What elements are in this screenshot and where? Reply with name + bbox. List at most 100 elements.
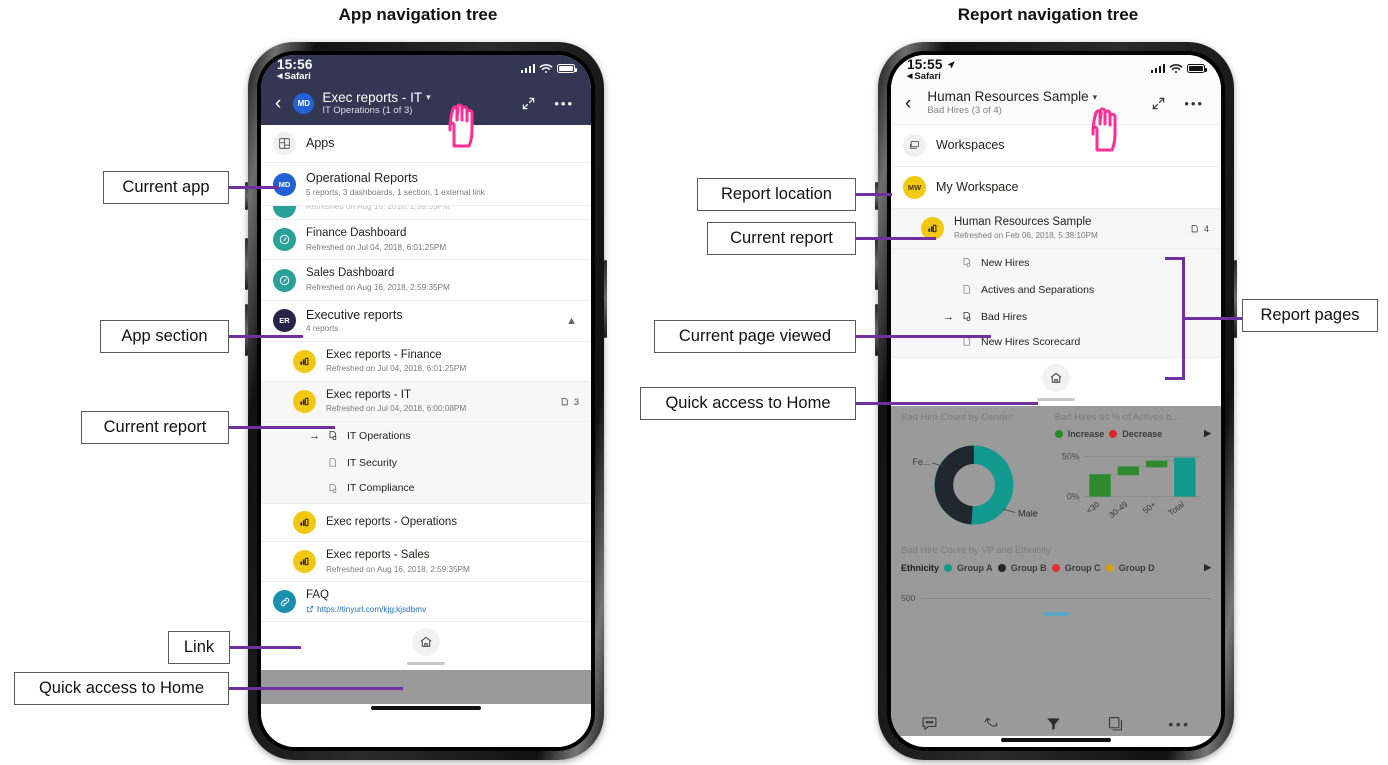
current-page-arrow-icon: → xyxy=(309,429,320,442)
nav-row-external-link[interactable]: FAQ https://tinyurl.com/kjg;kjsdbmv xyxy=(261,582,591,622)
nav-row-app-section[interactable]: ER Executive reports 4 reports ▲ xyxy=(261,300,591,342)
report-bottom-bar[interactable]: ••• xyxy=(891,708,1221,736)
callout-right-current-report: Current report xyxy=(707,222,856,255)
status-time-wrap: 15:55 xyxy=(907,57,956,72)
chevron-up-icon[interactable]: ▲ xyxy=(566,315,579,327)
nav-row-title: My Workspace xyxy=(936,180,1019,194)
nav-page-it-security[interactable]: IT Security xyxy=(261,449,591,477)
nav-row-partial-clipped[interactable]: Refreshed on Aug 16, 2018, 2:59:35PM xyxy=(261,206,591,221)
leader-left-quick-access-home xyxy=(229,687,403,690)
filter-icon[interactable] xyxy=(1045,715,1062,732)
back-chevron-icon[interactable]: ‹ xyxy=(271,94,285,113)
report-icon xyxy=(293,350,316,374)
right-app-header: ‹ Human Resources Sample ▾ Bad Hires (3 … xyxy=(891,85,1221,125)
avatar: MW xyxy=(903,176,926,199)
legend-label-decrease: Decrease xyxy=(1122,428,1163,439)
left-app-header: ‹ MD Exec reports - IT ▾ IT Operations (… xyxy=(261,85,591,125)
page-active-icon xyxy=(963,258,971,268)
report-icon xyxy=(293,511,316,535)
right-figure-title: Report navigation tree xyxy=(957,5,1139,24)
undo-icon[interactable] xyxy=(983,715,1000,732)
report-canvas[interactable]: Bad Hire Count by Gender Fe... Male Bad … xyxy=(891,406,1221,708)
nav-row-subtitle: Refreshed on Aug 16, 2018, 2:59:35PM xyxy=(326,564,470,574)
nav-row-subtitle: Refreshed on Aug 16, 2018, 2:59:35PM xyxy=(306,282,450,292)
nav-row-exec-sales[interactable]: Exec reports - Sales Refreshed on Aug 16… xyxy=(261,542,591,583)
page-count-badge: 4 xyxy=(1189,223,1209,234)
nav-row-current-report[interactable]: Human Resources Sample Refreshed on Feb … xyxy=(891,209,1221,250)
left-cursor-hand-icon xyxy=(448,103,474,148)
status-back-to-app[interactable]: ◀ Safari xyxy=(907,72,956,82)
callout-left-quick-access-home: Quick access to Home xyxy=(14,672,229,705)
pages-icon xyxy=(1191,225,1198,233)
callout-left-current-report: Current report xyxy=(81,411,229,444)
xtick-total: Total xyxy=(1166,500,1185,518)
expand-icon[interactable] xyxy=(1146,96,1171,111)
right-status-bar: 15:55 ◀ Safari xyxy=(891,55,1221,85)
nav-row-subtitle: 4 reports xyxy=(306,324,339,334)
home-button[interactable] xyxy=(412,627,440,656)
page-icon xyxy=(963,285,971,294)
nav-row-finance-dashboard[interactable]: Finance Dashboard Refreshed on Jul 04, 2… xyxy=(261,220,591,261)
home-icon xyxy=(420,636,432,647)
nav-row-current-report[interactable]: Exec reports - IT Refreshed on Jul 04, 2… xyxy=(261,382,591,423)
leader-current-page-viewed xyxy=(856,335,991,338)
more-icon[interactable]: ••• xyxy=(549,96,579,111)
nav-row-sales-dashboard[interactable]: Sales Dashboard Refreshed on Aug 16, 201… xyxy=(261,260,591,301)
nav-page-label: New Hires Scorecard xyxy=(981,335,1081,348)
nav-row-apps[interactable]: Apps xyxy=(261,125,591,163)
donut-chart[interactable]: Fe... Male xyxy=(901,439,1047,531)
current-page-arrow-icon: → xyxy=(943,310,954,323)
legend-next-arrow-icon[interactable]: ▶ xyxy=(1204,562,1211,573)
nav-row-workspaces[interactable]: Workspaces xyxy=(891,125,1221,167)
nav-row-title: FAQ xyxy=(306,589,330,602)
callout-link: Link xyxy=(168,631,230,664)
nav-row-url-text: https://tinyurl.com/kjg;kjsdbmv xyxy=(317,604,427,614)
external-link-icon xyxy=(306,606,314,613)
more-icon[interactable]: ••• xyxy=(1179,96,1209,111)
legend-label-group-d: Group D xyxy=(1118,562,1155,573)
legend-dot-group-b xyxy=(997,563,1006,572)
battery-icon xyxy=(557,64,577,73)
ethnicity-legend[interactable]: Ethnicity Group A Group B Group C Group … xyxy=(901,562,1211,573)
nav-row-current-app[interactable]: MD Operational Reports 5 reports, 3 dash… xyxy=(261,163,591,207)
legend-dot-increase xyxy=(1054,429,1063,438)
xtick-under30: <30 xyxy=(1084,500,1101,516)
sheet-grabber[interactable] xyxy=(407,661,445,665)
nav-row-url[interactable]: https://tinyurl.com/kjg;kjsdbmv xyxy=(306,605,579,614)
waterfall-legend[interactable]: Increase Decrease ▶ xyxy=(1054,428,1211,439)
report-title[interactable]: Human Resources Sample ▾ xyxy=(927,89,1138,105)
dashboard-icon xyxy=(273,206,296,219)
status-back-to-app[interactable]: ◀ Safari xyxy=(277,72,313,82)
left-nav-list[interactable]: Apps MD Operational Reports 5 reports, 3… xyxy=(261,125,591,747)
nav-page-it-compliance[interactable]: IT Compliance xyxy=(261,476,591,504)
canvas-scroll-indicator[interactable] xyxy=(1043,612,1069,617)
status-time: 15:56 xyxy=(277,57,313,72)
legend-next-arrow-icon[interactable]: ▶ xyxy=(1204,428,1211,439)
leader-report-pages xyxy=(1185,317,1242,320)
pages-icon xyxy=(561,398,568,406)
back-triangle-icon: ◀ xyxy=(907,73,913,81)
expand-icon[interactable] xyxy=(516,96,541,111)
page-icon xyxy=(329,458,337,467)
status-back-app-label: Safari xyxy=(914,71,941,83)
sheet-grabber[interactable] xyxy=(1037,398,1075,402)
home-button[interactable] xyxy=(1042,364,1070,393)
ytick-50: 50% xyxy=(1062,452,1080,462)
comment-icon[interactable] xyxy=(921,715,938,732)
nav-row-subtitle: Refreshed on Feb 06, 2018, 5:38:10PM xyxy=(954,231,1098,241)
back-chevron-icon[interactable]: ‹ xyxy=(901,94,915,113)
chevron-down-icon: ▾ xyxy=(1092,91,1098,102)
nav-row-report-location[interactable]: MW My Workspace xyxy=(891,167,1221,209)
workspaces-icon xyxy=(903,134,926,157)
bracket-report-pages xyxy=(1165,257,1185,380)
waterfall-chart[interactable]: 50% 0% <30 30-49 50+ Total xyxy=(1055,443,1211,521)
nav-row-subtitle: 5 reports, 3 dashboards, 1 section, 1 ex… xyxy=(306,187,485,197)
leader-current-app xyxy=(229,186,279,189)
leader-report-location xyxy=(856,193,892,196)
nav-row-exec-operations[interactable]: Exec reports - Operations xyxy=(261,503,591,543)
app-title-label: Exec reports - IT xyxy=(322,89,423,105)
nav-row-exec-finance[interactable]: Exec reports - Finance Refreshed on Jul … xyxy=(261,341,591,383)
tile-title-gender: Bad Hire Count by Gender xyxy=(901,412,1013,424)
more-icon[interactable]: ••• xyxy=(1168,716,1190,732)
pages-icon[interactable] xyxy=(1107,715,1124,732)
